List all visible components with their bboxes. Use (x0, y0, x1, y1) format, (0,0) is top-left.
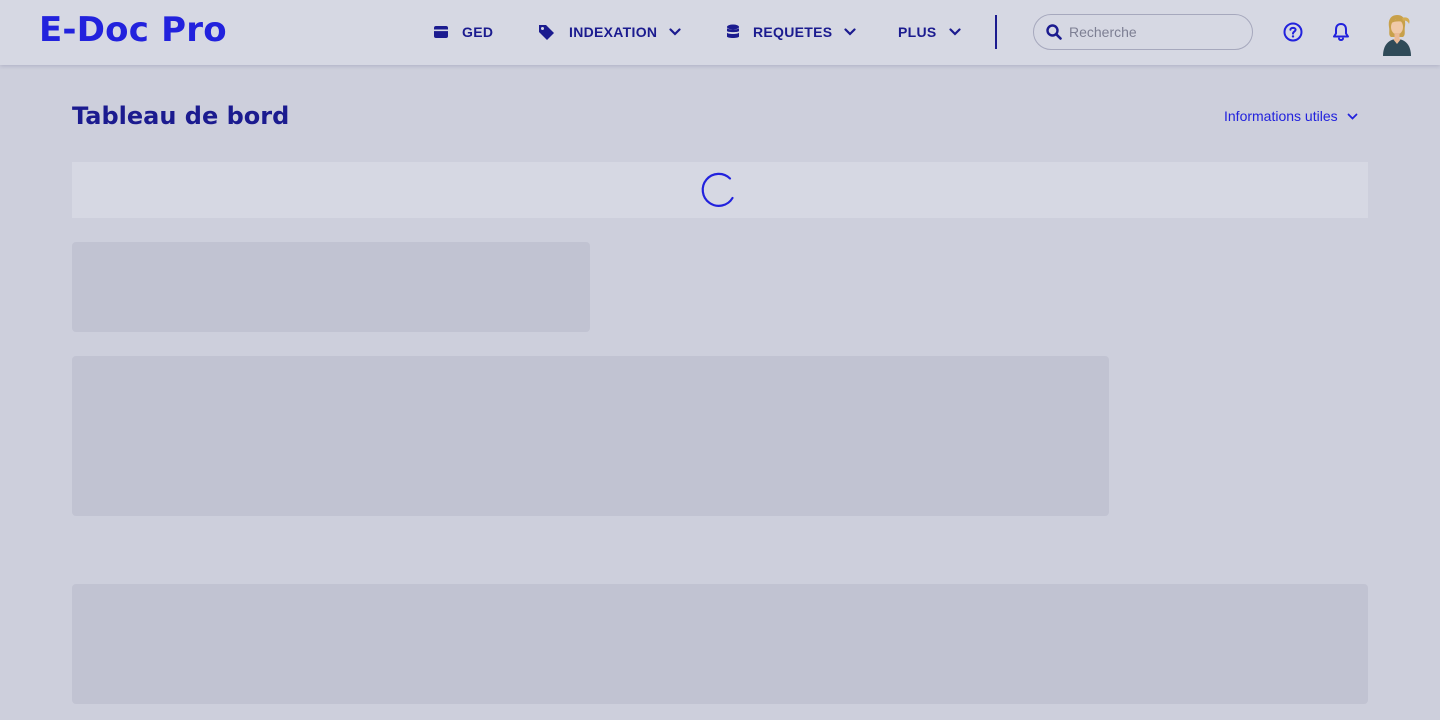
page-title: Tableau de bord (72, 102, 290, 130)
chevron-down-icon (844, 28, 857, 36)
nav-item-ged[interactable]: GED (433, 22, 493, 42)
search-box[interactable] (1033, 14, 1253, 50)
nav-item-requetes[interactable]: REQUETES (726, 22, 857, 42)
nav-item-label: PLUS (898, 24, 937, 40)
chevron-down-icon (948, 28, 961, 36)
nav-item-plus[interactable]: PLUS (898, 22, 961, 42)
nav-item-label: INDEXATION (569, 24, 658, 40)
skeleton-card-medium (72, 356, 1109, 516)
bell-icon (1332, 22, 1350, 42)
help-icon (1283, 22, 1303, 42)
chevron-down-icon (1347, 113, 1358, 120)
loading-spinner-icon (700, 171, 738, 209)
app-logo[interactable]: E-Doc Pro (39, 10, 227, 50)
help-button[interactable] (1282, 21, 1304, 43)
loading-banner (72, 162, 1368, 218)
nav-item-label: GED (462, 24, 494, 40)
skeleton-card-wide (72, 584, 1368, 704)
nav-divider (995, 15, 997, 49)
useful-info-dropdown[interactable]: Informations utiles (1224, 108, 1358, 124)
database-icon (726, 24, 740, 40)
useful-info-label: Informations utiles (1224, 108, 1338, 124)
folder-icon (433, 25, 449, 39)
search-icon (1046, 24, 1062, 40)
top-navigation-bar: E-Doc Pro GED INDEXATION REQUETES PLUS (0, 0, 1440, 65)
search-input[interactable] (1069, 24, 1239, 40)
chevron-down-icon (669, 28, 681, 36)
skeleton-card-small (72, 242, 590, 332)
avatar[interactable] (1378, 12, 1416, 56)
tags-icon (538, 24, 556, 40)
notifications-button[interactable] (1330, 21, 1352, 43)
nav-item-label: REQUETES (753, 24, 833, 40)
nav-item-indexation[interactable]: INDEXATION (538, 22, 681, 42)
